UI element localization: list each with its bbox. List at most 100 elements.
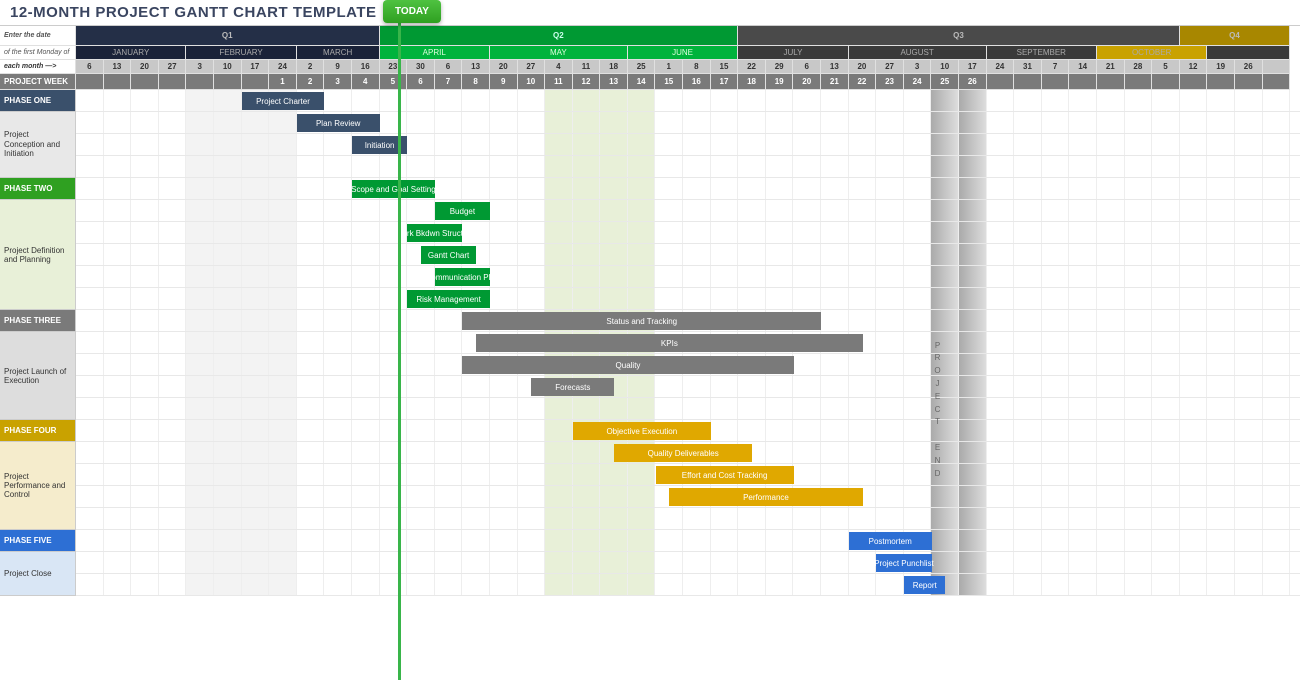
day-cell: 27 xyxy=(876,60,904,74)
gantt-lane: Objective Execution xyxy=(76,420,1300,442)
day-cell: 10 xyxy=(214,60,242,74)
week-cell: 21 xyxy=(821,74,849,90)
gantt-bar[interactable]: Project Charter xyxy=(242,92,325,110)
day-cell: 29 xyxy=(766,60,794,74)
week-cell: 14 xyxy=(628,74,656,90)
phase-desc: Project Close xyxy=(0,552,76,596)
day-cell: 13 xyxy=(462,60,490,74)
month-cell: SEPTEMBER xyxy=(987,46,1097,60)
gantt-bar[interactable]: Performance xyxy=(669,488,862,506)
day-cell: 25 xyxy=(628,60,656,74)
day-cell: 16 xyxy=(352,60,380,74)
week-cell: 23 xyxy=(876,74,904,90)
week-cell: 20 xyxy=(793,74,821,90)
gantt-bar[interactable]: Project Punchlist xyxy=(876,554,931,572)
day-cell: 6 xyxy=(435,60,463,74)
gantt-wrapper: 12-MONTH PROJECT GANTT CHART TEMPLATE TO… xyxy=(0,0,1300,596)
phase-label: PHASE ONE xyxy=(0,90,76,112)
gantt-bar[interactable]: Gantt Chart xyxy=(421,246,476,264)
day-cell: 6 xyxy=(793,60,821,74)
week-cell xyxy=(104,74,132,90)
week-cell xyxy=(1235,74,1263,90)
day-cell: 24 xyxy=(269,60,297,74)
day-cell: 8 xyxy=(683,60,711,74)
gantt-bar[interactable]: Quality xyxy=(462,356,793,374)
day-cell: 10 xyxy=(931,60,959,74)
day-cell: 18 xyxy=(600,60,628,74)
week-cell: 16 xyxy=(683,74,711,90)
gantt-bar[interactable]: Plan Review xyxy=(297,114,380,132)
day-cell: 1 xyxy=(655,60,683,74)
gantt-bar[interactable]: Communication Plan xyxy=(435,268,490,286)
day-cell: 15 xyxy=(711,60,739,74)
week-cell: 2 xyxy=(297,74,325,90)
day-cell: 24 xyxy=(987,60,1015,74)
gantt-lane: Work Bkdwn Structure xyxy=(76,222,1300,244)
day-cell: 20 xyxy=(849,60,877,74)
gantt-bar[interactable]: Status and Tracking xyxy=(462,312,821,330)
week-cell xyxy=(987,74,1015,90)
week-cell: 15 xyxy=(655,74,683,90)
gantt-lane xyxy=(76,508,1300,530)
gantt-bar[interactable]: Scope and Goal Setting xyxy=(352,180,435,198)
gantt-lane: Initiation xyxy=(76,134,1300,156)
gantt-lane: Project Charter xyxy=(76,90,1300,112)
gantt-bar[interactable]: Risk Management xyxy=(407,290,490,308)
gantt-lane: Postmortem xyxy=(76,530,1300,552)
gantt-bar[interactable]: Budget xyxy=(435,202,490,220)
day-cell: 13 xyxy=(104,60,132,74)
week-cell xyxy=(1152,74,1180,90)
day-cell: 20 xyxy=(131,60,159,74)
week-cell xyxy=(1069,74,1097,90)
week-cell xyxy=(1125,74,1153,90)
week-cell xyxy=(76,74,104,90)
week-cell: 18 xyxy=(738,74,766,90)
week-cell xyxy=(159,74,187,90)
gantt-lane: Gantt Chart xyxy=(76,244,1300,266)
month-cell: MARCH xyxy=(297,46,380,60)
week-cell: 13 xyxy=(600,74,628,90)
gantt-bar[interactable]: Objective Execution xyxy=(573,422,711,440)
month-cell: JUNE xyxy=(628,46,738,60)
month-cell: JANUARY xyxy=(76,46,186,60)
week-cell: 1 xyxy=(269,74,297,90)
week-cell xyxy=(1014,74,1042,90)
gantt-bar[interactable]: Quality Deliverables xyxy=(614,444,752,462)
quarter-row: Enter the dateQ1Q2Q3Q4 xyxy=(0,26,1300,46)
gantt-lane: Plan Review xyxy=(76,112,1300,134)
day-cell: 17 xyxy=(242,60,270,74)
month-cell xyxy=(1207,46,1290,60)
gantt-bar[interactable]: KPIs xyxy=(476,334,862,352)
project-end-label: PROJECT END xyxy=(925,330,952,490)
gantt-bar[interactable]: Postmortem xyxy=(849,532,932,550)
month-cell: FEBRUARY xyxy=(186,46,296,60)
today-line xyxy=(398,0,401,680)
week-cell: 9 xyxy=(490,74,518,90)
week-cell xyxy=(1180,74,1208,90)
phase-label: PHASE FIVE xyxy=(0,530,76,552)
day-cell: 23 xyxy=(380,60,408,74)
week-cell: 4 xyxy=(352,74,380,90)
gantt-bar[interactable]: Report xyxy=(904,576,945,594)
phase-desc: Project Launch of Execution xyxy=(0,332,76,420)
week-cell xyxy=(1042,74,1070,90)
gantt-lane: Report xyxy=(76,574,1300,596)
gantt-lane: Scope and Goal Setting xyxy=(76,178,1300,200)
gantt-bar[interactable]: Forecasts xyxy=(531,378,614,396)
gantt-bar[interactable]: Work Bkdwn Structure xyxy=(407,224,462,242)
week-cell: 8 xyxy=(462,74,490,90)
today-marker: TODAY xyxy=(383,0,441,23)
week-cell: 22 xyxy=(849,74,877,90)
day-cell: 27 xyxy=(159,60,187,74)
phase-desc: Project Performance and Control xyxy=(0,442,76,530)
week-cell: 11 xyxy=(545,74,573,90)
gantt-lane: Budget xyxy=(76,200,1300,222)
day-cell: 31 xyxy=(1014,60,1042,74)
day-cell: 20 xyxy=(490,60,518,74)
day-cell: 14 xyxy=(1069,60,1097,74)
day-cell: 3 xyxy=(904,60,932,74)
day-cell: 11 xyxy=(573,60,601,74)
quarter-cell: Q2 xyxy=(380,26,739,46)
week-cell: 24 xyxy=(904,74,932,90)
gantt-bar[interactable]: Effort and Cost Tracking xyxy=(656,466,794,484)
